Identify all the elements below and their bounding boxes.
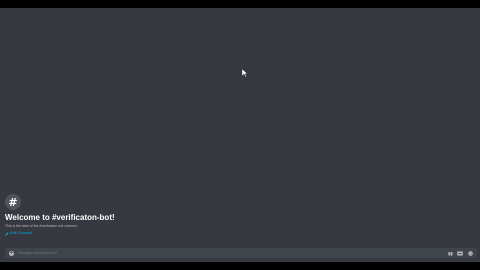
gif-icon[interactable] [457, 250, 463, 256]
message-composer: + [5, 248, 477, 258]
composer-tools [447, 250, 473, 256]
emoji-icon[interactable] [467, 250, 473, 256]
welcome-title: Welcome to #verificaton-bot! [5, 213, 115, 222]
gift-icon[interactable] [447, 250, 453, 256]
channel-hash-icon: # [5, 194, 21, 210]
edit-channel-label: Edit Channel [10, 231, 32, 235]
channel-view: # Welcome to #verificaton-bot! This is t… [0, 8, 480, 262]
mouse-cursor-icon [242, 69, 248, 77]
pencil-icon [5, 231, 9, 236]
channel-welcome: # Welcome to #verificaton-bot! This is t… [5, 194, 305, 236]
plus-circle-icon[interactable]: + [9, 250, 14, 256]
message-input[interactable] [18, 249, 447, 257]
welcome-subtitle: This is the start of the #verificaton-bo… [5, 224, 78, 228]
edit-channel-link[interactable]: Edit Channel [5, 231, 305, 236]
